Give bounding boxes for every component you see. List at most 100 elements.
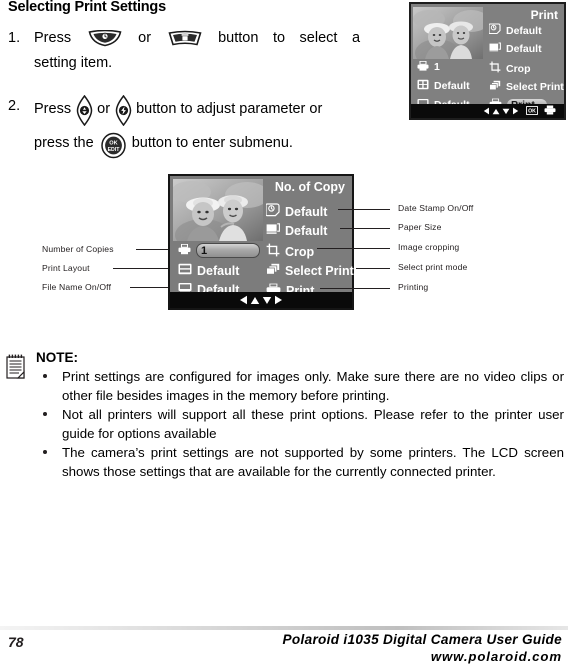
note-item-text: The camera’s print settings are not supp…	[62, 445, 564, 479]
lcd-small-row-copies[interactable]: 1	[417, 60, 440, 74]
step-1: 1. Press or button to select a setting i…	[8, 26, 360, 76]
lcd-main-selectprint-value: Select Print	[285, 264, 354, 278]
right-arrow-icon	[275, 295, 282, 305]
lcd-main-row-crop[interactable]: Crop	[266, 243, 314, 260]
step-1-line2: setting item.	[34, 55, 113, 71]
left-arrow-icon	[483, 107, 489, 115]
step-1-post: button to select a	[218, 30, 361, 46]
lcd-main-row-papersize[interactable]: Default	[266, 223, 327, 238]
leader-line-filename	[130, 287, 168, 288]
leader-line-crop	[317, 248, 390, 249]
lcd-small-crop-value: Crop	[506, 62, 531, 75]
lcd-small-row-layout[interactable]: Default	[417, 79, 470, 93]
footer-divider	[0, 626, 568, 630]
step-2-pre: Press	[34, 100, 72, 117]
svg-text:OK: OK	[109, 141, 117, 147]
step-2-number: 2.	[8, 98, 21, 114]
step-2-post: button to adjust parameter or	[136, 100, 323, 117]
step-2-line2-post: button to enter submenu.	[131, 134, 293, 151]
lcd-small-row-selectprint[interactable]: Select Print	[489, 80, 564, 94]
step-2-body: Press or button to adjust parameter or p…	[34, 94, 360, 159]
lcd-small-papersize-value: Default	[506, 43, 542, 55]
nav-arrows-group-main	[239, 295, 283, 305]
note-title: NOTE:	[36, 350, 78, 365]
lcd-small-row-datestamp[interactable]: Default	[488, 23, 542, 38]
callout-paper-size: Paper Size	[398, 222, 442, 232]
callout-file-name: File Name On/Off	[42, 282, 112, 292]
leader-line-selectprint	[356, 268, 390, 269]
note-item-text: Print settings are configured for images…	[62, 369, 564, 403]
down-arrow-icon	[502, 108, 510, 114]
lcd-main-bottom-bar	[170, 292, 352, 308]
step-2-line2-pre: press the	[34, 134, 94, 151]
callout-image-cropping: Image cropping	[398, 242, 460, 252]
leader-line-papersize	[340, 228, 390, 229]
crop-icon	[266, 243, 280, 260]
lcd-main-datestamp-value: Default	[285, 204, 328, 219]
delete-wedge-button-icon	[168, 30, 202, 46]
bullet-icon	[43, 374, 47, 378]
ok-edit-button-icon: OK EDIT	[100, 132, 126, 159]
lcd-main-title: No. of Copy	[274, 180, 345, 194]
lcd-small-datestamp-value: Default	[506, 24, 542, 37]
down-arrow-icon	[262, 296, 272, 304]
callout-date-stamp: Date Stamp On/Off	[398, 203, 474, 213]
step-1-body: Press or button to select a setting item…	[34, 26, 360, 76]
note-item: Print settings are configured for images…	[36, 368, 564, 405]
guide-title: Polaroid i1035 Digital Camera User Guide	[282, 632, 562, 647]
svg-text:OK: OK	[528, 109, 536, 115]
note-item-text: Not all printers will support all these …	[62, 407, 564, 441]
page-footer: 78 Polaroid i1035 Digital Camera User Gu…	[0, 626, 568, 668]
lcd-main-papersize-value: Default	[285, 223, 328, 238]
lcd-small-layout-value: Default	[434, 80, 470, 92]
step-1-mid: or	[138, 30, 152, 46]
manual-page: Selecting Print Settings 1. Press or but…	[0, 0, 568, 668]
step-2: 2. Press or button to adjust parameter o…	[8, 94, 360, 159]
lcd-main-row-selectprint[interactable]: Select Print	[266, 263, 354, 279]
leader-line-printing	[320, 288, 390, 289]
note-item: The camera’s print settings are not supp…	[36, 444, 564, 481]
svg-text:EDIT: EDIT	[107, 147, 120, 153]
paper-size-icon	[266, 223, 280, 238]
step-1-pre: Press	[34, 30, 72, 46]
lcd-preview-main: No. of Copy 1 Default Default Default De…	[168, 174, 354, 310]
instruction-steps: 1. Press or button to select a setting i…	[8, 26, 360, 166]
callout-print-layout: Print Layout	[42, 263, 90, 273]
number-of-copies-icon	[417, 60, 429, 74]
ok-icon: OK	[525, 102, 539, 120]
printer-icon	[544, 102, 556, 120]
date-stamp-icon	[265, 203, 280, 220]
note-list: Print settings are configured for images…	[36, 368, 564, 482]
paper-size-icon	[489, 42, 501, 56]
lcd-preview-small: Print 1 Default Default Default Crop Sel…	[409, 2, 566, 120]
lcd-main-layout-value: Default	[197, 263, 240, 278]
lcd-main-row-copies[interactable]: 1	[178, 243, 260, 258]
lcd-main-row-datestamp[interactable]: Default	[265, 203, 328, 220]
print-layout-icon	[417, 79, 429, 93]
lcd-small-selectprint-value: Select Print	[506, 81, 564, 93]
print-layout-icon	[178, 263, 192, 278]
lcd-main-row-layout[interactable]: Default	[178, 263, 239, 278]
up-arrow-icon	[250, 296, 260, 304]
select-print-icon	[489, 80, 501, 94]
lcd-small-copies-value: 1	[434, 61, 440, 73]
note-pad-icon	[6, 354, 27, 380]
bullet-icon	[43, 412, 47, 416]
photo-thumbnail-main	[173, 179, 263, 241]
guide-url[interactable]: www.polaroid.com	[431, 649, 562, 664]
lcd-main-crop-value: Crop	[285, 244, 315, 259]
leader-line-copies	[136, 249, 168, 250]
callout-number-of-copies: Number of Copies	[42, 244, 114, 254]
lcd-main-copies-field[interactable]: 1	[196, 243, 260, 258]
shutter-wedge-button-icon	[88, 30, 122, 47]
date-stamp-icon	[488, 23, 501, 38]
lcd-small-row-crop[interactable]: Crop	[489, 61, 531, 76]
step-2-mid: or	[97, 100, 111, 117]
photo-thumbnail-small	[413, 7, 483, 59]
crop-icon	[489, 61, 501, 76]
nav-arrows-group-small	[483, 107, 519, 115]
leader-line-layout	[113, 268, 168, 269]
macro-left-nav-button-icon	[76, 94, 93, 127]
lcd-small-row-papersize[interactable]: Default	[489, 42, 542, 56]
right-arrow-icon	[513, 107, 519, 115]
